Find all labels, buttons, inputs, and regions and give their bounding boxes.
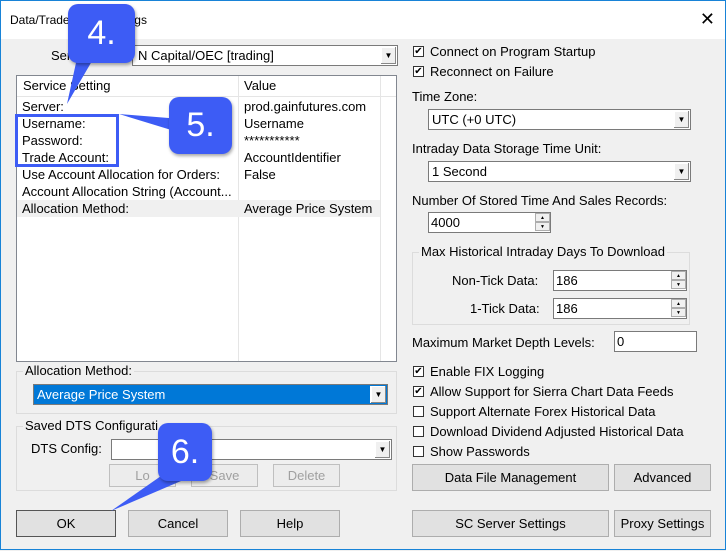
dts-group-label: Saved DTS Configurati [23, 418, 160, 433]
checkbox-label: Show Passwords [430, 444, 530, 459]
chevron-down-icon[interactable]: ▼ [374, 441, 390, 458]
spin-down-icon[interactable]: ▼ [671, 308, 686, 317]
checkbox-label: Download Dividend Adjusted Historical Da… [430, 424, 684, 439]
dts-config-label: DTS Config: [31, 441, 102, 456]
depth-label: Maximum Market Depth Levels: [412, 335, 595, 350]
chevron-down-icon[interactable]: ▼ [673, 163, 689, 180]
non-tick-spinner[interactable]: 186 ▲ ▼ [553, 270, 687, 291]
column-header-value[interactable]: Value [244, 78, 276, 93]
checkbox-checked-icon[interactable]: ✔ [413, 46, 424, 57]
setting-value: *********** [244, 133, 300, 148]
storage-unit-value: 1 Second [432, 164, 487, 179]
checkbox-label: Enable FIX Logging [430, 364, 545, 379]
setting-value: Average Price System [244, 201, 373, 216]
spin-up-icon[interactable]: ▲ [671, 271, 686, 280]
delete-button[interactable]: Delete [273, 464, 340, 487]
one-tick-value: 186 [556, 301, 578, 316]
setting-value: prod.gainfutures.com [244, 99, 367, 114]
advanced-button[interactable]: Advanced [614, 464, 711, 491]
setting-value: Username [244, 116, 304, 131]
max-historical-group: Max Historical Intraday Days To Download… [412, 244, 690, 325]
callout-4: 4. [68, 4, 135, 63]
checkbox-label: Allow Support for Sierra Chart Data Feed… [430, 384, 674, 399]
spin-down-icon[interactable]: ▼ [535, 222, 550, 231]
credentials-highlight-box [15, 114, 119, 167]
one-tick-label: 1-Tick Data: [470, 301, 540, 316]
option-checkbox[interactable]: Support Alternate Forex Historical Data [413, 404, 655, 419]
time-zone-value: UTC (+0 UTC) [432, 112, 517, 127]
option-checkbox[interactable]: ✔ Enable FIX Logging [413, 364, 544, 379]
list-item[interactable]: Use Account Allocation for Orders: False [17, 166, 380, 183]
depth-value: 0 [617, 334, 625, 349]
checkbox-label: Support Alternate Forex Historical Data [430, 404, 656, 419]
allocation-method-dropdown[interactable]: Average Price System ▼ [33, 384, 388, 405]
option-checkbox[interactable]: Show Passwords [413, 444, 530, 459]
service-dropdown[interactable]: N Capital/OEC [trading] ▼ [132, 45, 398, 66]
one-tick-spinner[interactable]: 186 ▲ ▼ [553, 298, 687, 319]
chevron-down-icon[interactable]: ▼ [673, 111, 689, 128]
close-icon[interactable]: ✕ [700, 9, 715, 30]
checkbox-checked-icon[interactable]: ✔ [413, 386, 424, 397]
service-value: N Capital/OEC [trading] [138, 48, 274, 63]
setting-name: Server: [22, 99, 64, 114]
depth-input[interactable]: 0 [614, 331, 697, 352]
dts-config-dropdown[interactable]: ▼ [111, 439, 392, 460]
non-tick-label: Non-Tick Data: [452, 273, 539, 288]
checkbox-unchecked-icon[interactable] [413, 406, 424, 417]
option-checkbox[interactable]: Download Dividend Adjusted Historical Da… [413, 424, 684, 439]
reconnect-failure-checkbox[interactable]: ✔ Reconnect on Failure [413, 64, 554, 79]
allocation-method-group: Allocation Method: Average Price System … [16, 363, 397, 414]
data-file-management-button[interactable]: Data File Management [412, 464, 609, 491]
callout-6: 6. [158, 423, 212, 481]
chevron-down-icon[interactable]: ▼ [370, 386, 386, 403]
checkbox-checked-icon[interactable]: ✔ [413, 66, 424, 77]
list-item[interactable]: Allocation Method: Average Price System [17, 200, 380, 217]
time-zone-label: Time Zone: [412, 89, 478, 104]
time-zone-dropdown[interactable]: UTC (+0 UTC) ▼ [428, 109, 691, 130]
setting-name: Use Account Allocation for Orders: [22, 167, 220, 182]
storage-unit-label: Intraday Data Storage Time Unit: [412, 141, 602, 156]
proxy-settings-button[interactable]: Proxy Settings [614, 510, 711, 537]
max-historical-label: Max Historical Intraday Days To Download [419, 244, 667, 259]
setting-name: Account Allocation String (Account... [22, 184, 232, 199]
setting-value: False [244, 167, 276, 182]
list-header: Service Setting Value [17, 76, 396, 97]
connect-startup-checkbox[interactable]: ✔ Connect on Program Startup [413, 44, 595, 59]
records-value: 4000 [431, 215, 460, 230]
storage-unit-dropdown[interactable]: 1 Second ▼ [428, 161, 691, 182]
records-label: Number Of Stored Time And Sales Records: [412, 193, 668, 208]
spin-up-icon[interactable]: ▲ [535, 213, 550, 222]
settings-dialog: Data/Trade ngs ✕ Ser N Capital/OEC [tradi… [0, 0, 726, 550]
column-header-setting[interactable]: Service Setting [23, 78, 110, 93]
allocation-group-label: Allocation Method: [23, 363, 134, 378]
list-item[interactable]: Account Allocation String (Account... [17, 183, 380, 200]
checkbox-unchecked-icon[interactable] [413, 426, 424, 437]
checkbox-unchecked-icon[interactable] [413, 446, 424, 457]
setting-name: Allocation Method: [22, 201, 129, 216]
callout-5: 5. [169, 97, 232, 154]
sc-server-settings-button[interactable]: SC Server Settings [412, 510, 609, 537]
records-spinner[interactable]: 4000 ▲ ▼ [428, 212, 551, 233]
checkbox-checked-icon[interactable]: ✔ [413, 366, 424, 377]
cancel-button[interactable]: Cancel [128, 510, 228, 537]
setting-value: AccountIdentifier [244, 150, 341, 165]
ok-button[interactable]: OK [16, 510, 116, 537]
non-tick-value: 186 [556, 273, 578, 288]
chevron-down-icon[interactable]: ▼ [380, 47, 396, 64]
help-button[interactable]: Help [240, 510, 340, 537]
allocation-method-value: Average Price System [37, 387, 166, 402]
spin-up-icon[interactable]: ▲ [671, 299, 686, 308]
option-checkbox[interactable]: ✔ Allow Support for Sierra Chart Data Fee… [413, 384, 674, 399]
spin-down-icon[interactable]: ▼ [671, 280, 686, 289]
